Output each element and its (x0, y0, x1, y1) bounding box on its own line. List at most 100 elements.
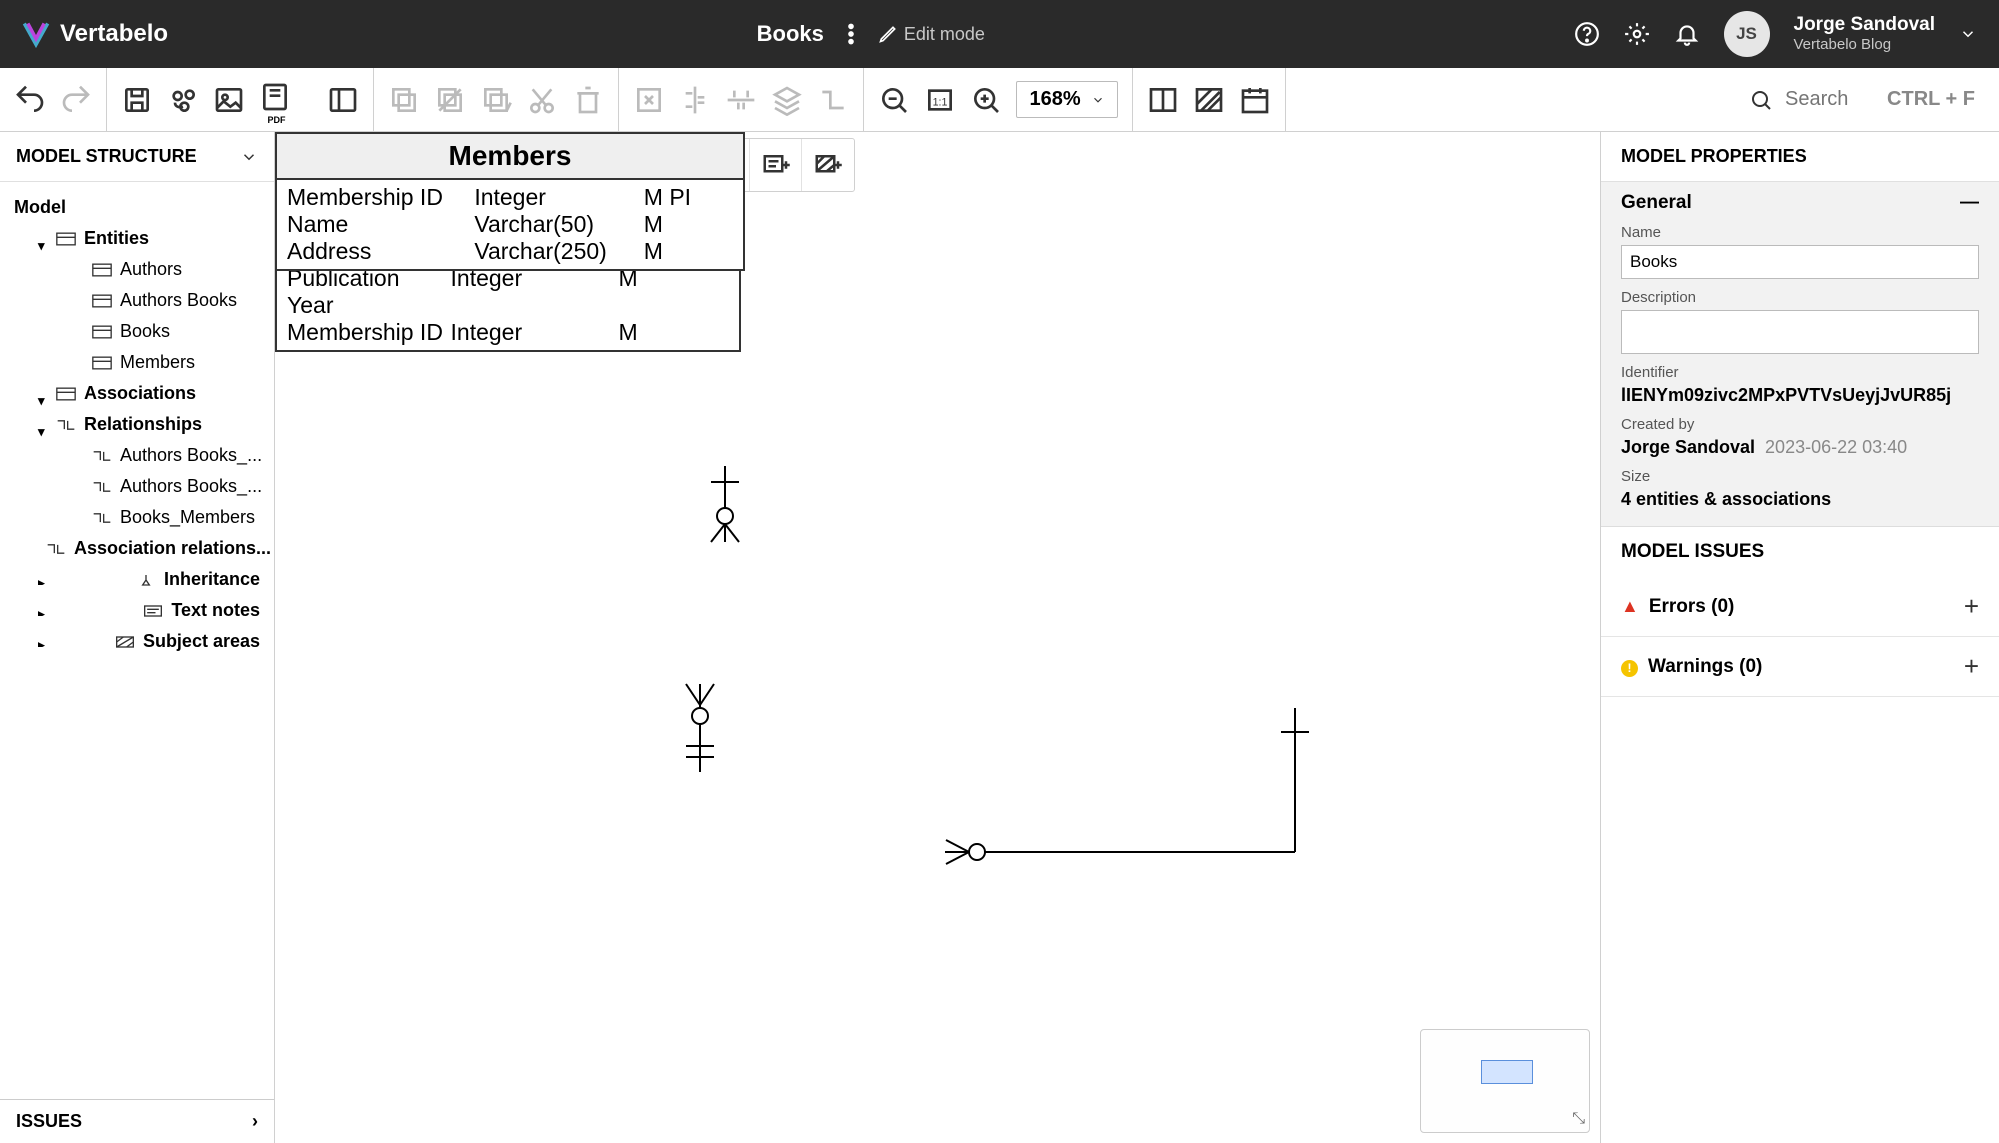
doc-title: Books (757, 21, 824, 47)
rp-general: General— Name Description Identifier lIE… (1601, 182, 1999, 527)
delete-icon[interactable] (572, 84, 604, 116)
minus-icon: — (1960, 192, 1979, 214)
pencil-icon (878, 24, 898, 44)
entity-members[interactable]: Members Membership IDIntegerM PI NameVar… (275, 132, 745, 271)
chevron-down-icon (1091, 93, 1105, 107)
align-h-icon[interactable] (679, 84, 711, 116)
tree-root[interactable]: Model (4, 192, 270, 223)
plus-icon: + (1964, 651, 1979, 682)
reroute-icon[interactable] (817, 84, 849, 116)
tree-entities[interactable]: Entities (4, 223, 270, 254)
paste-icon[interactable] (434, 84, 466, 116)
model-createdby: Jorge Sandoval2023-06-22 03:40 (1621, 437, 1979, 458)
undo-redo-group (0, 68, 107, 131)
split-v-icon[interactable] (1147, 84, 1179, 116)
share-icon[interactable] (167, 84, 199, 116)
errors-row[interactable]: ▲Errors (0) + (1601, 577, 1999, 637)
issues-strip[interactable]: ISSUES › (0, 1099, 274, 1143)
tree-entity-item[interactable]: Authors Books (4, 285, 270, 316)
tree-inheritance[interactable]: Inheritance (4, 564, 270, 595)
top-right: JS Jorge Sandoval Vertabelo Blog (1574, 11, 1978, 57)
tree-entity-item[interactable]: Members (4, 347, 270, 378)
clipboard-group (374, 68, 619, 131)
canvas[interactable]: 1:N + M:N+ A + (275, 132, 1601, 1143)
calendar-icon[interactable] (1239, 84, 1271, 116)
sidebar-icon[interactable] (327, 84, 359, 116)
search-icon (1749, 88, 1773, 112)
model-desc-input[interactable] (1621, 310, 1979, 354)
align-v-icon[interactable] (725, 84, 757, 116)
right-panel-title: MODEL PROPERTIES (1601, 132, 1999, 182)
topbar: Vertabelo Books Edit mode JS Jorge Sando… (0, 0, 1999, 68)
model-issues-title: MODEL ISSUES (1601, 527, 1999, 577)
svg-text:1:1: 1:1 (933, 96, 948, 108)
undo-icon[interactable] (14, 84, 46, 116)
search-input[interactable] (1785, 88, 1875, 111)
brand-logo[interactable]: Vertabelo (22, 20, 168, 48)
model-name-input[interactable] (1621, 245, 1979, 279)
tree-relationships[interactable]: Relationships (4, 409, 270, 440)
chevron-down-icon[interactable] (1959, 21, 1977, 47)
duplicate-icon[interactable] (480, 84, 512, 116)
label-desc: Description (1621, 289, 1979, 306)
warnings-row[interactable]: !Warnings (0) + (1601, 637, 1999, 697)
edit-mode[interactable]: Edit mode (878, 24, 985, 45)
zoom-dropdown[interactable]: 168% (1016, 81, 1117, 118)
tree-text-notes[interactable]: Text notes (4, 595, 270, 626)
user-avatar[interactable]: JS (1724, 11, 1770, 57)
zoom-group: 1:1 168% (864, 68, 1132, 131)
bell-icon[interactable] (1674, 21, 1700, 47)
right-panel: MODEL PROPERTIES General— Name Descripti… (1601, 132, 1999, 1143)
minimap[interactable]: ⤡ (1420, 1029, 1590, 1133)
rp-general-toggle[interactable]: General— (1621, 192, 1979, 214)
layers-icon[interactable] (771, 84, 803, 116)
error-icon: ▲ (1621, 596, 1639, 616)
pdf-icon (259, 81, 291, 113)
add-note-tool[interactable] (750, 139, 802, 191)
warning-icon: ! (1621, 660, 1638, 677)
tree-assoc-relations[interactable]: Association relations... (4, 533, 270, 564)
fit-icon[interactable] (633, 84, 665, 116)
model-size: 4 entities & associations (1621, 489, 1979, 510)
zoom-out-icon[interactable] (878, 84, 910, 116)
tree-subject-areas[interactable]: Subject areas (4, 626, 270, 657)
pdf-export-button[interactable]: PDF (259, 81, 313, 118)
help-icon[interactable] (1574, 21, 1600, 47)
redo-icon[interactable] (60, 84, 92, 116)
tree-associations[interactable]: Associations (4, 378, 270, 409)
more-vertical-icon[interactable] (838, 21, 864, 47)
copy-icon[interactable] (388, 84, 420, 116)
label-size: Size (1621, 468, 1979, 485)
tree-rel-item[interactable]: Authors Books_... (4, 440, 270, 471)
resize-handle-icon[interactable]: ⤡ (1572, 1110, 1585, 1128)
left-panel-header[interactable]: MODEL STRUCTURE (0, 132, 274, 182)
user-sub: Vertabelo Blog (1794, 36, 1936, 54)
left-panel-title: MODEL STRUCTURE (16, 146, 197, 167)
chevron-down-icon (240, 148, 258, 166)
top-center: Books Edit mode (168, 21, 1573, 47)
hatch-icon[interactable] (1193, 84, 1225, 116)
add-area-tool[interactable] (802, 139, 854, 191)
image-export-icon[interactable] (213, 84, 245, 116)
model-identifier: lIENYm09zivc2MPxPVTVsUeyjJvUR85j (1621, 385, 1979, 406)
chevron-right-icon: › (252, 1111, 258, 1132)
tree-entity-item[interactable]: Books (4, 316, 270, 347)
zoom-in-icon[interactable] (970, 84, 1002, 116)
user-block[interactable]: Jorge Sandoval Vertabelo Blog (1794, 14, 1936, 55)
brand-text: Vertabelo (60, 20, 168, 48)
cut-icon[interactable] (526, 84, 558, 116)
main: MODEL STRUCTURE Model Entities Authors A… (0, 132, 1999, 1143)
model-tree: Model Entities Authors Authors Books Boo… (0, 182, 274, 1099)
settings-icon[interactable] (1624, 21, 1650, 47)
label-name: Name (1621, 224, 1979, 241)
search-shortcut: CTRL + F (1887, 88, 1975, 111)
tree-rel-item[interactable]: Authors Books_... (4, 471, 270, 502)
entity-title: Members (277, 134, 743, 180)
tree-entity-item[interactable]: Authors (4, 254, 270, 285)
left-panel: MODEL STRUCTURE Model Entities Authors A… (0, 132, 275, 1143)
search-box[interactable]: CTRL + F (1749, 88, 1999, 112)
zoom-actual-icon[interactable]: 1:1 (924, 84, 956, 116)
vertabelo-logo-icon (22, 20, 50, 48)
save-icon[interactable] (121, 84, 153, 116)
tree-rel-item[interactable]: Books_Members (4, 502, 270, 533)
